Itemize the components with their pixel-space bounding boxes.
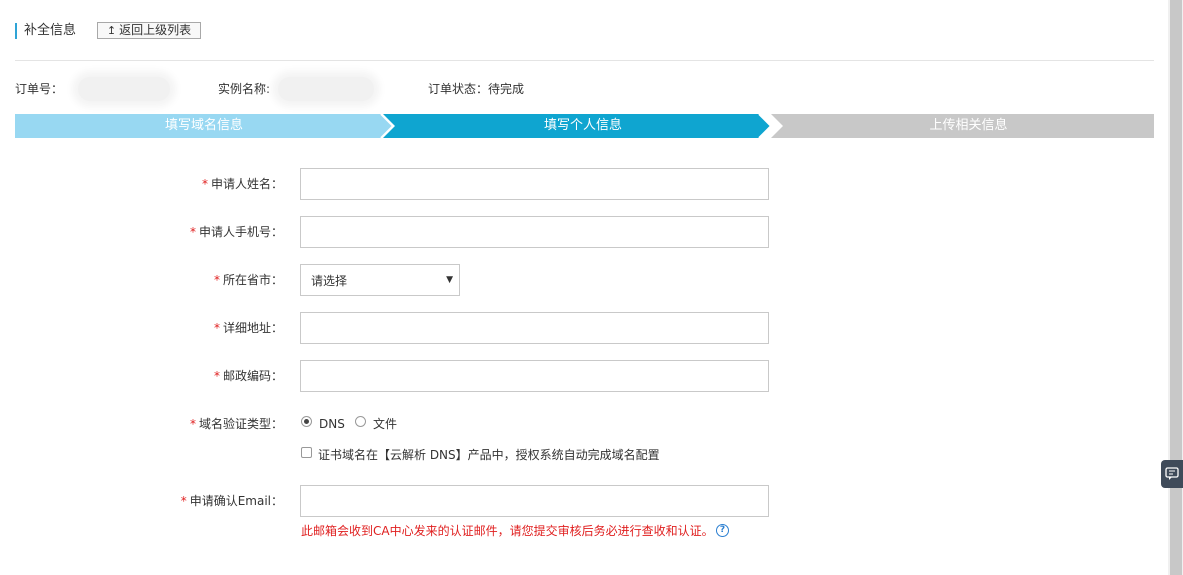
back-arrow-icon: ↥ bbox=[106, 24, 117, 37]
applicant-name-label-text: 申请人姓名： bbox=[210, 177, 283, 191]
order-status-label: 订单状态： bbox=[428, 82, 489, 96]
title-accent-bar bbox=[15, 23, 17, 39]
applicant-phone-label: * 申请人手机号： bbox=[190, 224, 283, 240]
order-number-redacted bbox=[78, 77, 170, 101]
auto-dns-checkbox[interactable] bbox=[301, 447, 312, 458]
required-mark: * bbox=[213, 273, 220, 287]
required-mark: * bbox=[213, 369, 220, 383]
verify-dns-label[interactable]: DNS bbox=[319, 416, 345, 432]
step-label-domain: 填写域名信息 bbox=[164, 118, 243, 133]
required-mark: * bbox=[189, 417, 196, 431]
confirm-email-input[interactable] bbox=[300, 485, 769, 517]
confirm-email-label-text: 申请确认Email： bbox=[189, 494, 283, 508]
zip-code-input[interactable] bbox=[300, 360, 769, 392]
step-label-upload: 上传相关信息 bbox=[929, 118, 1008, 133]
address-label: * 详细地址： bbox=[214, 320, 283, 336]
order-status-value: 待完成 bbox=[488, 82, 525, 96]
required-mark: * bbox=[213, 321, 220, 335]
page: 补全信息 ↥ 返回上级列表 订单号： 实例名称: 订单状态：待完成 填写域名信息 … bbox=[0, 0, 1168, 575]
dropdown-arrow-icon: ▼ bbox=[446, 275, 453, 285]
confirm-email-label: * 申请确认Email： bbox=[181, 493, 283, 509]
order-status: 订单状态：待完成 bbox=[428, 81, 524, 97]
chat-icon bbox=[1165, 467, 1179, 480]
step-label-personal: 填写个人信息 bbox=[543, 118, 622, 133]
back-button-label: 返回上级列表 bbox=[119, 23, 192, 37]
required-mark: * bbox=[201, 177, 208, 191]
verify-dns-radio[interactable] bbox=[301, 416, 312, 427]
applicant-name-input[interactable] bbox=[300, 168, 769, 200]
province-city-select-value: 请选择 bbox=[311, 274, 348, 288]
email-note: 此邮箱会收到CA中心发来的认证邮件，请您提交审核后务必进行查收和认证。 bbox=[301, 524, 714, 538]
page-title: 补全信息 bbox=[24, 23, 77, 38]
step-fill-upload: 上传相关信息 bbox=[783, 114, 1154, 138]
verify-type-label-text: 域名验证类型： bbox=[198, 417, 283, 431]
step-fill-domain: 填写域名信息 bbox=[15, 114, 393, 138]
verify-type-label: * 域名验证类型： bbox=[190, 416, 283, 432]
chat-button[interactable] bbox=[1161, 460, 1183, 488]
verify-file-radio[interactable] bbox=[355, 416, 366, 427]
header-divider bbox=[15, 60, 1154, 61]
instance-name-redacted bbox=[278, 77, 374, 101]
required-mark: * bbox=[189, 225, 196, 239]
order-number-label: 订单号： bbox=[15, 82, 64, 96]
address-input[interactable] bbox=[300, 312, 769, 344]
applicant-phone-label-text: 申请人手机号： bbox=[198, 225, 283, 239]
applicant-name-label: * 申请人姓名： bbox=[202, 176, 283, 192]
back-to-list-button[interactable]: ↥ 返回上级列表 bbox=[97, 22, 201, 39]
zip-code-label-text: 邮政编码： bbox=[222, 369, 283, 383]
step-fill-personal: 填写个人信息 bbox=[395, 114, 771, 138]
auto-dns-label[interactable]: 证书域名在【云解析 DNS】产品中，授权系统自动完成域名配置 bbox=[318, 447, 660, 463]
help-icon[interactable]: ? bbox=[716, 524, 729, 537]
required-mark: * bbox=[180, 494, 187, 508]
address-label-text: 详细地址： bbox=[222, 321, 283, 335]
province-city-label: * 所在省市： bbox=[214, 272, 283, 288]
scrollbar-thumb[interactable] bbox=[1170, 0, 1182, 575]
applicant-phone-input[interactable] bbox=[300, 216, 769, 248]
province-city-select[interactable]: 请选择 ▼ bbox=[300, 264, 460, 296]
instance-name-label: 实例名称: bbox=[218, 82, 271, 96]
zip-code-label: * 邮政编码： bbox=[214, 368, 283, 384]
province-city-label-text: 所在省市： bbox=[222, 273, 283, 287]
verify-file-label[interactable]: 文件 bbox=[373, 416, 397, 432]
progress-steps: 填写域名信息 填写个人信息 上传相关信息 bbox=[15, 114, 1154, 138]
